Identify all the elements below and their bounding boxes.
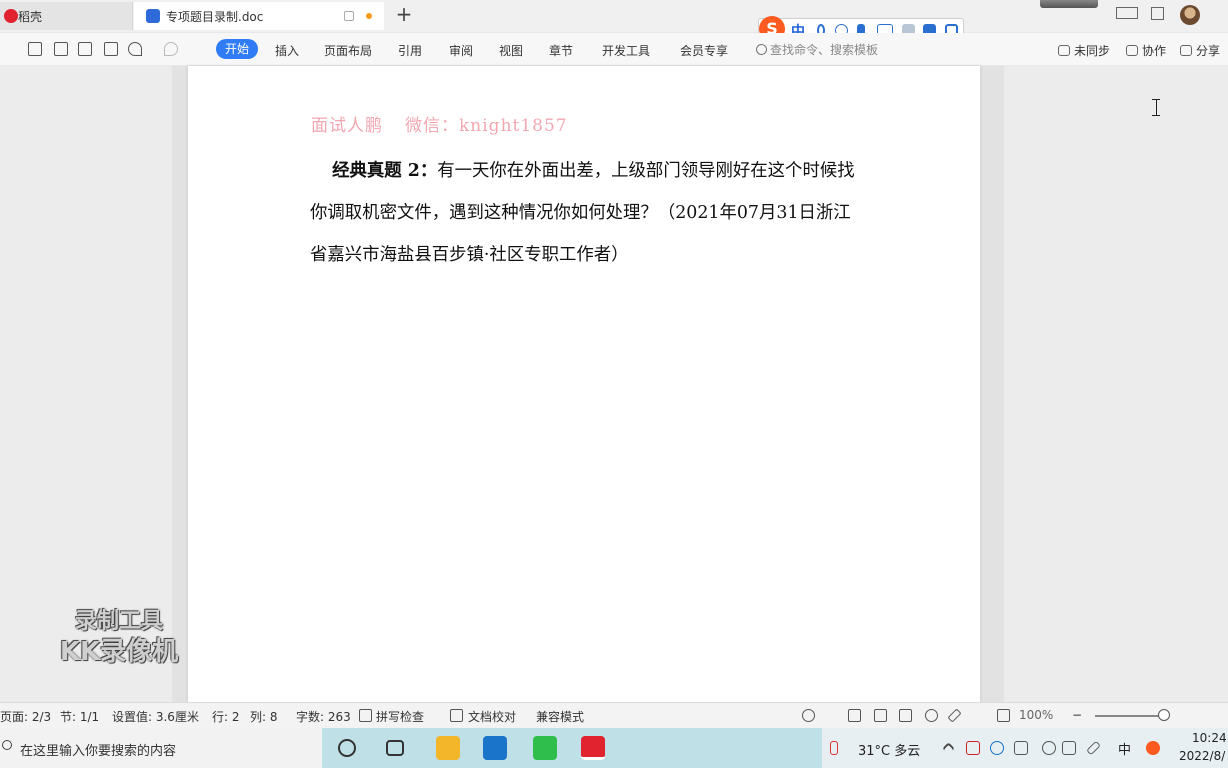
zoom-level[interactable]: 100% bbox=[1019, 708, 1053, 722]
fit-page-icon[interactable] bbox=[997, 709, 1010, 722]
battery-icon[interactable] bbox=[1014, 741, 1028, 755]
grid-icon[interactable] bbox=[1151, 7, 1164, 20]
read-view-icon[interactable] bbox=[899, 709, 912, 722]
security-icon[interactable] bbox=[990, 741, 1004, 755]
menu-chapter[interactable]: 章节 bbox=[549, 42, 573, 59]
status-words[interactable]: 字数: 263 bbox=[296, 708, 351, 725]
watermark-title: 面试人鹏 bbox=[311, 116, 383, 136]
cloud-icon bbox=[1058, 45, 1070, 56]
store-icon[interactable] bbox=[483, 736, 507, 760]
task-view-icon[interactable] bbox=[386, 740, 404, 756]
title-bar: 稻壳 专项题目录制.doc + bbox=[0, 0, 1228, 32]
pen-icon[interactable] bbox=[947, 708, 962, 723]
people-icon bbox=[1126, 45, 1138, 56]
menu-review[interactable]: 审阅 bbox=[449, 42, 473, 59]
recorder-line2: KK录像机 bbox=[59, 637, 179, 667]
outline-view-icon[interactable] bbox=[874, 709, 887, 722]
sync-button[interactable]: 未同步 bbox=[1058, 42, 1110, 59]
tab-label: 专项题目录制.doc bbox=[166, 9, 264, 24]
wechat-icon[interactable] bbox=[533, 736, 557, 760]
sogou-tray-icon[interactable] bbox=[1146, 741, 1160, 755]
status-bar: 页面: 2/3 节: 1/1 设置值: 3.6厘米 行: 2 列: 8 字数: … bbox=[0, 702, 1228, 728]
avatar[interactable] bbox=[1180, 5, 1200, 25]
app-tray-icon[interactable] bbox=[966, 741, 980, 755]
collab-button[interactable]: 协作 bbox=[1126, 42, 1166, 59]
wps-icon[interactable] bbox=[581, 736, 605, 760]
status-col: 列: 8 bbox=[250, 710, 278, 724]
question-paragraph[interactable]: 经典真题 2：有一天你在外面出差，上级部门领导刚好在这个时候找你调取机密文件，遇… bbox=[310, 150, 866, 276]
recorder-watermark: 录制工具 KK录像机 bbox=[44, 608, 194, 668]
tab-label: 稻壳 bbox=[18, 9, 43, 24]
spellcheck-icon bbox=[359, 709, 372, 722]
menu-member[interactable]: 会员专享 bbox=[680, 42, 728, 59]
pen-tray-icon[interactable] bbox=[1086, 740, 1101, 756]
proofread-button[interactable]: 文档校对 bbox=[468, 708, 516, 725]
taskbar-search[interactable]: 在这里输入你要搜索的内容 bbox=[0, 728, 322, 768]
menu-insert[interactable]: 插入 bbox=[275, 42, 299, 59]
command-search[interactable]: 查找命令、搜索模板 bbox=[756, 41, 936, 57]
undo-icon[interactable] bbox=[128, 42, 142, 56]
document-canvas: 面试人鹏 微信：knight1857 经典真题 2：有一天你在外面出差，上级部门领… bbox=[0, 66, 1228, 702]
save-icon[interactable] bbox=[28, 42, 42, 56]
status-row: 行: 2 bbox=[212, 710, 240, 724]
watermark: 面试人鹏 微信：knight1857 bbox=[311, 111, 568, 136]
thermometer-icon bbox=[830, 741, 838, 755]
tab-document[interactable]: 专项题目录制.doc bbox=[134, 2, 384, 30]
zoom-slider-handle[interactable] bbox=[1158, 709, 1170, 721]
taskbar-apps bbox=[322, 728, 822, 768]
volume-icon[interactable] bbox=[1062, 741, 1076, 755]
new-tab-button[interactable]: + bbox=[394, 4, 414, 26]
unsaved-dot-icon bbox=[366, 13, 372, 19]
search-icon bbox=[756, 44, 767, 55]
ibeam-cursor-icon bbox=[1152, 99, 1164, 116]
menu-start[interactable]: 开始 bbox=[216, 39, 258, 59]
page-gutter-left bbox=[172, 66, 188, 702]
clock-time[interactable]: 10:24 bbox=[1192, 731, 1227, 745]
search-icon bbox=[2, 740, 12, 750]
web-view-icon[interactable] bbox=[925, 709, 938, 722]
eye-icon[interactable] bbox=[802, 709, 815, 722]
share-icon bbox=[1180, 45, 1192, 56]
wps-writer-icon bbox=[146, 9, 160, 23]
proofread-icon bbox=[450, 709, 463, 722]
page-view-icon[interactable] bbox=[848, 709, 861, 722]
menu-view[interactable]: 视图 bbox=[499, 42, 523, 59]
print-icon[interactable] bbox=[78, 42, 92, 56]
status-setting: 设置值: 3.6厘米 bbox=[112, 710, 199, 724]
cortana-icon[interactable] bbox=[338, 739, 356, 757]
recorder-line1: 录制工具 bbox=[74, 609, 163, 634]
file-explorer-icon[interactable] bbox=[436, 736, 460, 760]
status-section: 节: 1/1 bbox=[60, 710, 100, 724]
menu-reference[interactable]: 引用 bbox=[398, 42, 422, 59]
taskbar-search-placeholder: 在这里输入你要搜索的内容 bbox=[20, 744, 177, 759]
zoom-out-button[interactable]: − bbox=[1072, 708, 1082, 722]
clock-date[interactable]: 2022/8/ bbox=[1179, 749, 1225, 763]
page-gutter-right bbox=[980, 66, 1004, 702]
menu-layout[interactable]: 页面布局 bbox=[324, 42, 372, 59]
network-icon[interactable] bbox=[1042, 741, 1056, 755]
recorder-strip bbox=[1040, 0, 1098, 8]
watermark-wechat: 微信：knight1857 bbox=[405, 116, 568, 136]
export-icon[interactable] bbox=[54, 42, 68, 56]
redo-icon[interactable] bbox=[164, 42, 178, 56]
spellcheck-button[interactable]: 拼写检查 bbox=[376, 708, 424, 725]
input-language[interactable]: 中 bbox=[1118, 739, 1131, 758]
status-page[interactable]: 页面: 2/3 bbox=[0, 708, 51, 725]
compat-mode: 兼容模式 bbox=[536, 710, 585, 724]
tab-window-icon[interactable] bbox=[344, 11, 354, 21]
document-page[interactable]: 面试人鹏 微信：knight1857 经典真题 2：有一天你在外面出差，上级部门领… bbox=[188, 66, 980, 702]
taskbar: 在这里输入你要搜索的内容 31°C 多云 中 10:24 2022/8/ bbox=[0, 728, 1228, 768]
layout-icon[interactable] bbox=[1116, 7, 1138, 19]
docer-logo-icon bbox=[4, 9, 18, 23]
menu-developer[interactable]: 开发工具 bbox=[602, 42, 650, 59]
system-tray: 31°C 多云 中 10:24 2022/8/ bbox=[822, 728, 1228, 768]
share-button[interactable]: 分享 bbox=[1180, 42, 1220, 59]
weather[interactable]: 31°C 多云 bbox=[858, 740, 920, 759]
ribbon: 开始 插入 页面布局 引用 审阅 视图 章节 开发工具 会员专享 查找命令、搜索… bbox=[0, 33, 1228, 65]
zoom-slider[interactable] bbox=[1095, 715, 1167, 717]
chevron-up-icon[interactable] bbox=[942, 742, 955, 755]
question-label: 经典真题 2： bbox=[332, 161, 438, 181]
tab-docer-home[interactable]: 稻壳 bbox=[0, 2, 133, 30]
preview-icon[interactable] bbox=[104, 42, 118, 56]
